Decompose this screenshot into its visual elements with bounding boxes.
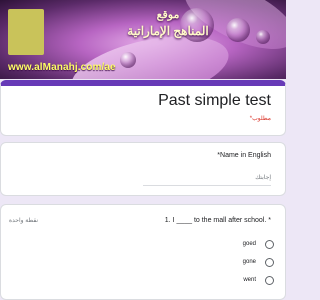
radio-button[interactable] [265,257,274,267]
option-gone[interactable]: gone [243,256,274,268]
radio-button[interactable] [265,275,274,285]
question-points: نقطة واحدة [9,218,39,224]
water-drop [226,18,250,42]
form-title: Past simple test [158,92,271,109]
option-label: gone [242,259,256,265]
header-banner: موقع المناهج الإماراتية www.alManahj.com… [0,0,286,79]
site-name-line2: المناهج الإماراتية [127,24,209,38]
option-goed[interactable]: goed [243,238,274,250]
option-label: went [243,277,256,283]
question-label-name: *Name in English [217,152,271,159]
required-note: *مطلوب [249,116,271,122]
site-url: www.alManahj.com/ae [8,62,116,73]
name-answer-input[interactable] [143,171,271,186]
option-went[interactable]: went [243,274,274,286]
question-card-1: نقطة واحدة 1. I ____ to the mall after s… [0,204,286,300]
radio-button[interactable] [265,239,274,249]
option-label: goed [242,241,256,247]
water-drop [256,30,270,44]
question-card-name: *Name in English [0,142,286,196]
form-title-card: Past simple test *مطلوب [0,80,286,136]
site-logo [8,9,44,55]
site-name-line1: موقع [156,9,180,21]
question-label-1: 1. I ____ to the mall after school. * [164,217,271,224]
